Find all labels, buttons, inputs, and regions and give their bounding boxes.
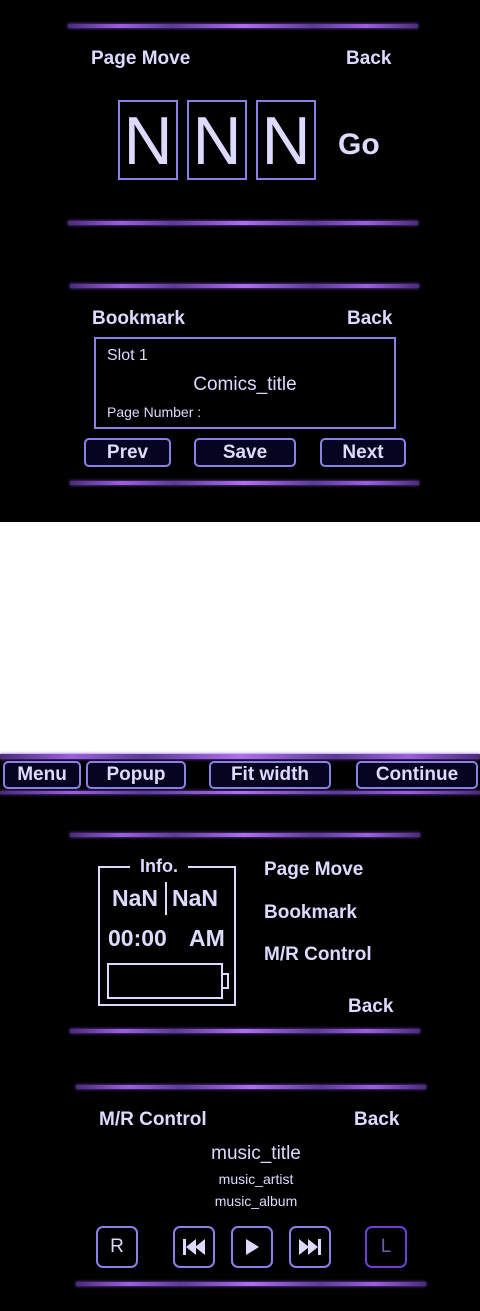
battery-icon: [107, 963, 229, 999]
divider: [68, 221, 418, 225]
clock-time: 00:00: [108, 925, 167, 951]
info-left-value: NaN: [112, 885, 159, 911]
bookmark-slot-box[interactable]: Slot 1 Comics_title Page Number :: [94, 337, 396, 429]
menu-item-bookmark[interactable]: Bookmark: [264, 902, 357, 924]
divider: [70, 284, 419, 288]
divider: [76, 1282, 426, 1286]
skip-back-icon: [183, 1239, 205, 1255]
save-button[interactable]: Save: [194, 438, 296, 467]
prev-button[interactable]: Prev: [84, 438, 171, 467]
page-digit-2[interactable]: N: [187, 100, 247, 180]
continue-button[interactable]: Continue: [356, 761, 478, 789]
page-move-back-button[interactable]: Back: [346, 48, 391, 70]
divider: [76, 1085, 426, 1089]
info-back-button[interactable]: Back: [348, 996, 393, 1018]
clock-ampm: AM: [189, 925, 225, 951]
info-separator: [165, 882, 167, 915]
popup-button[interactable]: Popup: [86, 761, 186, 789]
page-number-label: Page Number :: [107, 404, 202, 420]
repeat-button[interactable]: R: [96, 1226, 138, 1268]
play-button[interactable]: [231, 1226, 273, 1268]
toolbar-top-border: [0, 754, 480, 759]
page-digit-1[interactable]: N: [118, 100, 178, 180]
l-button[interactable]: L: [365, 1226, 407, 1268]
divider: [70, 481, 419, 485]
page-move-panel: Page Move Back N N N Go Bookmark Back Sl…: [0, 0, 480, 522]
divider: [70, 833, 420, 837]
divider: [68, 24, 418, 28]
info-box: Info. NaN NaN 00:00 AM: [98, 856, 236, 1006]
play-icon: [246, 1239, 259, 1255]
toolbar-bottom-border: [0, 791, 480, 794]
menu-button[interactable]: Menu: [3, 761, 81, 789]
info-right-value: NaN: [172, 885, 219, 911]
mr-control-back-button[interactable]: Back: [354, 1109, 399, 1131]
skip-forward-icon: [299, 1239, 321, 1255]
divider: [70, 1029, 420, 1033]
menu-item-mr-control[interactable]: M/R Control: [264, 944, 372, 966]
page-move-title: Page Move: [91, 48, 191, 69]
bookmark-title: Bookmark: [92, 308, 185, 329]
menu-item-page-move[interactable]: Page Move: [264, 859, 363, 881]
comic-title: Comics_title: [193, 374, 297, 395]
music-artist: music_artist: [218, 1171, 294, 1187]
fit-width-button[interactable]: Fit width: [209, 761, 331, 789]
mr-control-title: M/R Control: [99, 1109, 207, 1130]
repeat-label: R: [110, 1236, 124, 1257]
next-track-button[interactable]: [289, 1226, 331, 1268]
l-label: L: [380, 1236, 392, 1257]
go-button[interactable]: Go: [338, 128, 380, 162]
bookmark-back-button[interactable]: Back: [347, 308, 392, 330]
next-button[interactable]: Next: [320, 438, 406, 467]
previous-track-button[interactable]: [173, 1226, 215, 1268]
info-title: Info.: [130, 856, 188, 877]
music-album: music_album: [214, 1193, 298, 1209]
music-title: music_title: [211, 1143, 301, 1164]
slot-label: Slot 1: [107, 347, 148, 364]
page-digit-3[interactable]: N: [256, 100, 316, 180]
